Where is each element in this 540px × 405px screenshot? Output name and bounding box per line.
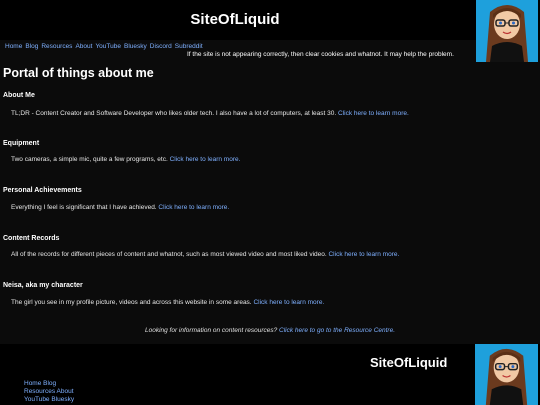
section-text-equipment: Two cameras, a simple mic, quite a few p… bbox=[11, 156, 240, 163]
footer-link-blog[interactable]: Blog bbox=[43, 380, 56, 387]
section-desc: All of the records for different pieces … bbox=[11, 251, 327, 258]
footer-row: Resources About bbox=[24, 388, 74, 395]
section-title-equipment: Equipment bbox=[3, 140, 40, 147]
cookie-notice: If the site is not appearing correctly, … bbox=[187, 51, 454, 58]
main-nav: Home Blog Resources About YouTube Bluesky Disc… bbox=[5, 43, 206, 51]
footer-title: SiteOfLiquid bbox=[370, 355, 448, 370]
resources-text: Looking for information on content resou… bbox=[144, 327, 278, 334]
section-title-about: About Me bbox=[3, 92, 35, 99]
site-title: SiteOfLiquid bbox=[190, 11, 280, 28]
learn-more-link[interactable]: Click here to learn more. bbox=[328, 251, 399, 258]
section-desc: TL;DR - Content Creator and Software Dev… bbox=[11, 110, 337, 117]
footer-row: YouTube Bluesky bbox=[24, 396, 74, 403]
footer-nav: Home Blog Resources About YouTube Bluesk… bbox=[24, 380, 74, 404]
site-footer: SiteOfLiquid Home Blog Resources About Y… bbox=[0, 344, 540, 405]
nav-bluesky[interactable]: Bluesky bbox=[124, 43, 147, 50]
nav-home[interactable]: Home bbox=[5, 43, 22, 50]
footer-link-about[interactable]: About bbox=[57, 388, 74, 395]
nav-resources[interactable]: Resources bbox=[41, 43, 72, 50]
resources-prompt: Looking for information on content resou… bbox=[0, 327, 540, 334]
nav-blog[interactable]: Blog bbox=[25, 43, 38, 50]
learn-more-link[interactable]: Click here to learn more. bbox=[158, 204, 229, 211]
nav-about[interactable]: About bbox=[75, 43, 92, 50]
avatar bbox=[476, 0, 538, 62]
nav-discord[interactable]: Discord bbox=[150, 43, 172, 50]
footer-row: Home Blog bbox=[24, 380, 56, 387]
footer-link-home[interactable]: Home bbox=[24, 380, 41, 387]
page: SiteOfLiquid Home Blog Resources About YouTu… bbox=[0, 0, 540, 405]
section-desc: Everything I feel is significant that I … bbox=[11, 204, 157, 211]
section-title-records: Content Records bbox=[3, 235, 60, 242]
site-header: SiteOfLiquid bbox=[0, 0, 540, 40]
avatar-character-icon bbox=[476, 344, 537, 405]
section-title-achievements: Personal Achievements bbox=[3, 187, 82, 194]
section-title-character: Neisa, aka my character bbox=[3, 282, 83, 289]
learn-more-link[interactable]: Click here to learn more. bbox=[170, 156, 241, 163]
nav-youtube[interactable]: YouTube bbox=[95, 43, 121, 50]
footer-link-youtube[interactable]: YouTube bbox=[24, 396, 50, 403]
section-text-achievements: Everything I feel is significant that I … bbox=[11, 204, 229, 211]
section-desc: The girl you see in my profile picture, … bbox=[11, 299, 252, 306]
footer-link-bluesky[interactable]: Bluesky bbox=[51, 396, 74, 403]
section-text-character: The girl you see in my profile picture, … bbox=[11, 299, 324, 306]
footer-avatar bbox=[475, 344, 538, 405]
page-title: Portal of things about me bbox=[3, 66, 154, 80]
section-text-records: All of the records for different pieces … bbox=[11, 251, 399, 258]
section-desc: Two cameras, a simple mic, quite a few p… bbox=[11, 156, 168, 163]
learn-more-link[interactable]: Click here to learn more. bbox=[253, 299, 324, 306]
footer-link-resources[interactable]: Resources bbox=[24, 388, 55, 395]
nav-subreddit[interactable]: Subreddit bbox=[175, 43, 203, 50]
resource-centre-link[interactable]: Click here to go to the Resource Centre. bbox=[279, 327, 395, 334]
section-text-about: TL;DR - Content Creator and Software Dev… bbox=[11, 110, 409, 117]
learn-more-link[interactable]: Click here to learn more. bbox=[338, 110, 409, 117]
avatar-character-icon bbox=[476, 0, 538, 62]
